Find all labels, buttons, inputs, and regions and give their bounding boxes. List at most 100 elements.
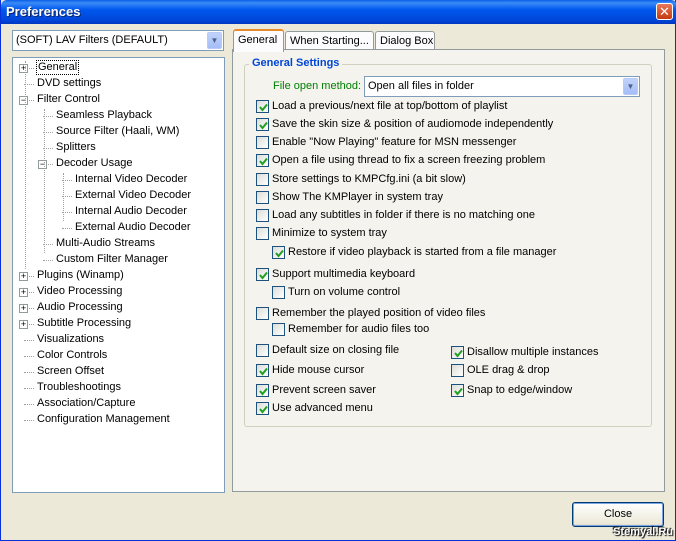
unchecked-checkbox-icon[interactable] [272,323,285,336]
option-label: Load a previous/next file at top/bottom … [272,100,508,112]
unchecked-checkbox-icon[interactable] [256,173,269,186]
expand-icon[interactable]: + [19,64,28,73]
tree-item[interactable]: Source Filter (Haali, WM) [55,124,180,140]
unchecked-checkbox-icon[interactable] [256,307,269,320]
tree-guide-line [44,109,45,253]
expand-icon[interactable]: + [19,304,28,313]
option-label: Use advanced menu [272,402,373,414]
tree-connector [24,420,34,421]
option-label: Load any subtitles in folder if there is… [272,209,535,221]
option-label: Enable "Now Playing" feature for MSN mes… [272,136,517,148]
filter-preset-value: (SOFT) LAV Filters (DEFAULT) [16,34,168,46]
tree-connector [24,356,34,357]
unchecked-checkbox-icon[interactable] [256,209,269,222]
unchecked-checkbox-icon[interactable] [256,191,269,204]
tree-connector [24,340,34,341]
close-button-label: Close [603,508,633,520]
tree-item[interactable]: Decoder Usage [55,156,133,172]
option-label: Store settings to KMPCfg.ini (a bit slow… [272,173,466,185]
checked-checkbox-icon[interactable] [272,246,285,259]
tree-item[interactable]: Multi-Audio Streams [55,236,156,252]
chevron-down-icon[interactable]: ▼ [623,78,638,95]
option-label: Restore if video playback is started fro… [288,246,557,258]
tab-dialog-box[interactable]: Dialog Box [375,31,435,51]
tree-item[interactable]: Visualizations [36,332,105,348]
tree-item[interactable]: Video Processing [36,284,123,300]
group-title: General Settings [249,57,343,69]
unchecked-checkbox-icon[interactable] [256,136,269,149]
checked-checkbox-icon[interactable] [451,384,464,397]
option-label: Remember the played position of video fi… [272,307,486,319]
title-bar: Preferences ✕ [1,0,676,24]
tree-item[interactable]: Troubleshootings [36,380,122,396]
tree-connector [24,372,34,373]
collapse-icon[interactable]: − [19,96,28,105]
option-label: Support multimedia keyboard [272,268,416,280]
option-label: Snap to edge/window [467,384,573,396]
file-open-method-value: Open all files in folder [368,80,474,92]
unchecked-checkbox-icon[interactable] [272,286,285,299]
filter-preset-dropdown[interactable]: (SOFT) LAV Filters (DEFAULT) ▼ [12,30,224,51]
tree-item[interactable]: Plugins (Winamp) [36,268,125,284]
option-label: Hide mouse cursor [272,364,365,376]
expand-icon[interactable]: + [19,288,28,297]
option-label: Disallow multiple instances [467,346,599,358]
tree-item[interactable]: Subtitle Processing [36,316,132,332]
unchecked-checkbox-icon[interactable] [451,364,464,377]
tab-label: Dialog Box [380,35,434,47]
checked-checkbox-icon[interactable] [256,100,269,113]
window-title: Preferences [6,4,81,19]
tree-item[interactable]: DVD settings [36,76,102,92]
settings-tree[interactable]: General + DVD settings Filter Control − Seaml… [12,57,225,493]
tree-item[interactable]: Audio Processing [36,300,124,316]
tree-item[interactable]: Color Controls [36,348,108,364]
tree-connector [62,228,72,229]
option-label: Remember for audio files too [288,323,430,335]
option-label: Open a file using thread to fix a screen… [272,154,546,166]
tab-label: When Starting... [290,35,369,47]
option-label: Default size on closing file [272,344,400,356]
tab-label: General [238,34,278,46]
tree-guide-line [25,61,26,269]
tab-when-starting[interactable]: When Starting... [285,31,374,51]
checked-checkbox-icon[interactable] [256,384,269,397]
close-window-button[interactable]: ✕ [656,3,673,20]
unchecked-checkbox-icon[interactable] [256,227,269,240]
tree-connector [24,404,34,405]
chevron-down-icon[interactable]: ▼ [207,32,222,49]
tree-item[interactable]: Configuration Management [36,412,171,428]
tree-item[interactable]: Internal Video Decoder [74,172,188,188]
expand-icon[interactable]: + [19,272,28,281]
tree-item[interactable]: Association/Capture [36,396,136,412]
close-button[interactable]: Close [572,502,664,527]
expand-icon[interactable]: + [19,320,28,329]
option-label: Turn on volume control [288,286,401,298]
tree-item[interactable]: General [36,60,80,75]
checked-checkbox-icon[interactable] [256,402,269,415]
unchecked-checkbox-icon[interactable] [256,344,269,357]
checked-checkbox-icon[interactable] [256,118,269,131]
tree-item[interactable]: Splitters [55,140,97,156]
checked-checkbox-icon[interactable] [256,268,269,281]
tree-item[interactable]: Internal Audio Decoder [74,204,188,220]
tab-general[interactable]: General [233,29,284,52]
option-label: Show The KMPlayer in system tray [272,191,443,203]
option-label: OLE drag & drop [467,364,550,376]
checked-checkbox-icon[interactable] [256,154,269,167]
close-icon: ✕ [659,4,670,19]
preferences-window: Preferences ✕ (SOFT) LAV Filters (DEFAUL… [0,0,676,541]
tree-item[interactable]: Screen Offset [36,364,105,380]
collapse-icon[interactable]: − [38,160,47,169]
tree-item[interactable]: External Video Decoder [74,188,192,204]
checked-checkbox-icon[interactable] [256,364,269,377]
option-label: Save the skin size & position of audiomo… [272,118,554,130]
tree-connector [43,260,53,261]
tree-item[interactable]: Custom Filter Manager [55,252,169,268]
tree-item[interactable]: External Audio Decoder [74,220,192,236]
file-open-method-dropdown[interactable]: Open all files in folder ▼ [364,76,640,97]
tree-item[interactable]: Filter Control [36,92,101,108]
tree-item[interactable]: Seamless Playback [55,108,153,124]
file-open-method-label: File open method: [273,80,362,92]
option-label: Prevent screen saver [272,384,376,396]
checked-checkbox-icon[interactable] [451,346,464,359]
